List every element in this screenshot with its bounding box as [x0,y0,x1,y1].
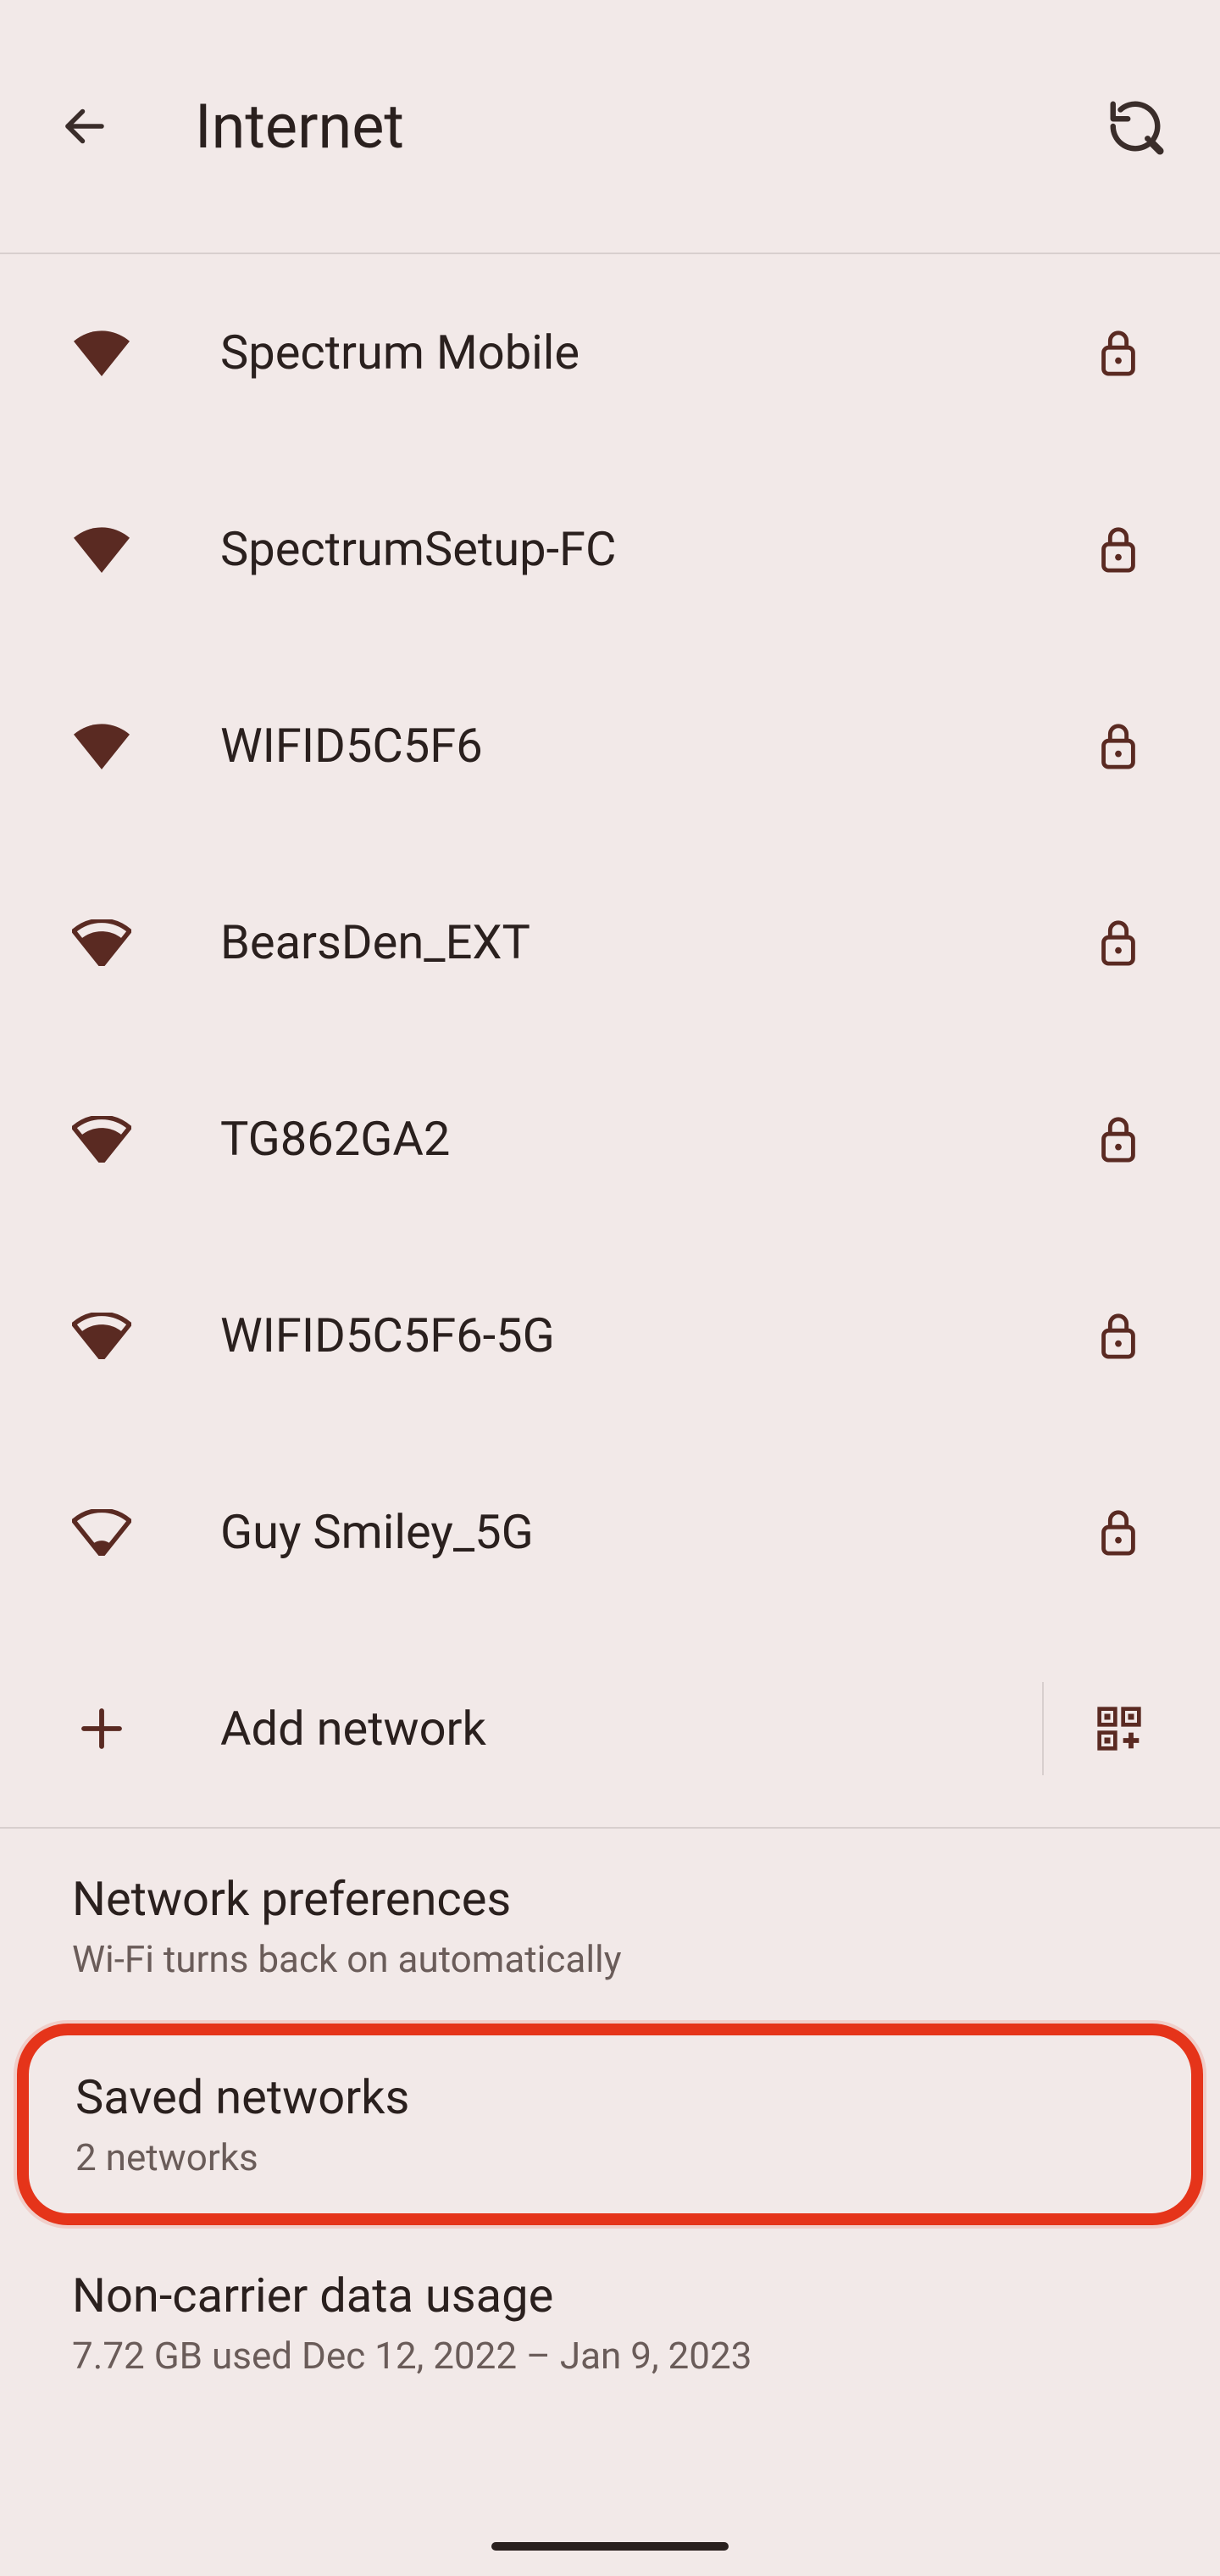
wifi-ssid: TG862GA2 [220,1111,1084,1167]
lock-icon [1084,1498,1152,1566]
wifi-network-row[interactable]: WIFID5C5F6 [0,647,1220,844]
pref-title: Saved networks [75,2069,1191,2125]
wifi-ssid: Guy Smiley_5G [220,1504,1084,1560]
lock-icon [1084,1105,1152,1173]
page-title: Internet [195,91,404,163]
wifi-network-row[interactable]: Guy Smiley_5G [0,1434,1220,1630]
wifi-signal-3-icon [51,1088,152,1190]
wifi-signal-4-icon [51,695,152,797]
plus-icon [51,1678,152,1779]
wifi-network-row[interactable]: BearsDen_EXT [0,844,1220,1041]
wifi-network-row[interactable]: SpectrumSetup-FC [0,451,1220,647]
reset-network-button[interactable] [1084,75,1186,177]
network-preferences-row[interactable]: Network preferences Wi-Fi turns back on … [0,1829,1220,2024]
wifi-network-row[interactable]: Spectrum Mobile [0,254,1220,451]
header: Internet [0,0,1220,254]
lock-icon [1084,515,1152,583]
lock-icon [1084,1302,1152,1369]
wifi-signal-3-icon [51,1285,152,1386]
wifi-network-list: Spectrum Mobile SpectrumSetup-FC WIFID5C… [0,254,1220,2420]
wifi-ssid: Spectrum Mobile [220,325,1084,380]
lock-icon [1084,712,1152,780]
wifi-ssid: WIFID5C5F6 [220,718,1084,774]
home-indicator[interactable] [491,2542,729,2551]
qr-code-icon [1095,1705,1143,1752]
wifi-signal-4-icon [51,498,152,600]
saved-networks-row[interactable]: Saved networks 2 networks [17,2024,1203,2225]
pref-subtitle: 7.72 GB used Dec 12, 2022 – Jan 9, 2023 [72,2334,1220,2378]
wifi-signal-3-icon [51,891,152,993]
data-usage-row[interactable]: Non-carrier data usage 7.72 GB used Dec … [0,2225,1220,2420]
add-network-button[interactable]: Add network [51,1630,1042,1827]
arrow-left-icon [59,101,110,152]
wifi-ssid: SpectrumSetup-FC [220,521,1084,577]
add-network-row: Add network [0,1630,1220,1827]
wifi-signal-4-icon [51,302,152,403]
wifi-signal-1-icon [51,1481,152,1583]
reset-icon [1106,97,1165,156]
add-network-label: Add network [220,1701,486,1757]
back-button[interactable] [34,75,136,177]
lock-icon [1084,319,1152,386]
wifi-network-row[interactable]: TG862GA2 [0,1041,1220,1237]
wifi-network-row[interactable]: WIFID5C5F6-5G [0,1237,1220,1434]
pref-subtitle: Wi-Fi turns back on automatically [72,1937,1220,1981]
pref-title: Network preferences [72,1871,1220,1927]
pref-title: Non-carrier data usage [72,2268,1220,2323]
lock-icon [1084,908,1152,976]
scan-qr-button[interactable] [1042,1682,1195,1775]
pref-subtitle: 2 networks [75,2135,1191,2179]
wifi-ssid: WIFID5C5F6-5G [220,1307,1084,1363]
wifi-ssid: BearsDen_EXT [220,914,1084,970]
